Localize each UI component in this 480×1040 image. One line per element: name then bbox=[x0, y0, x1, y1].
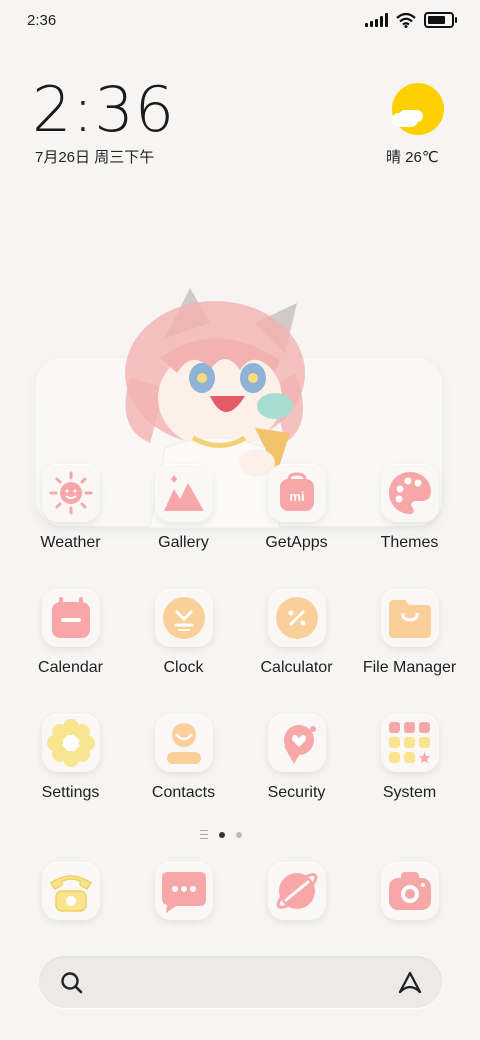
app-themes[interactable]: Themes bbox=[353, 464, 466, 552]
shield-heart-icon[interactable] bbox=[267, 714, 326, 772]
app-label: Security bbox=[267, 784, 326, 801]
calendar-icon[interactable] bbox=[41, 589, 100, 647]
mountains-icon[interactable] bbox=[154, 464, 213, 522]
clock-widget-date[interactable]: 7月26日 周三下午 bbox=[35, 146, 154, 167]
person-icon[interactable] bbox=[154, 714, 213, 772]
app-label: Settings bbox=[41, 784, 100, 801]
app-label: Weather bbox=[40, 534, 101, 551]
app-calendar[interactable]: Calendar bbox=[14, 589, 127, 677]
calculator-icon[interactable] bbox=[267, 589, 326, 647]
app-grid-icon[interactable] bbox=[380, 714, 439, 772]
dock-app-3[interactable] bbox=[240, 862, 353, 920]
app-settings[interactable]: Settings bbox=[14, 714, 127, 802]
status-icons bbox=[365, 12, 457, 28]
wifi-icon bbox=[396, 12, 416, 28]
camera-icon[interactable] bbox=[380, 862, 439, 920]
search-icon bbox=[61, 972, 83, 994]
app-clock[interactable]: Clock bbox=[127, 589, 240, 677]
palette-icon[interactable] bbox=[380, 464, 439, 522]
assistant-icon[interactable] bbox=[396, 969, 424, 995]
browser-icon[interactable] bbox=[267, 862, 326, 920]
app-label: Contacts bbox=[151, 784, 216, 801]
app-label: Clock bbox=[163, 659, 204, 676]
sun-icon[interactable] bbox=[41, 464, 100, 522]
search-bar[interactable] bbox=[39, 956, 442, 1008]
gear-flower-icon[interactable] bbox=[41, 714, 100, 772]
status-time: 2:36 bbox=[27, 12, 57, 29]
message-icon[interactable] bbox=[154, 862, 213, 920]
folder-icon[interactable] bbox=[380, 589, 439, 647]
app-weather[interactable]: Weather bbox=[14, 464, 127, 552]
app-label: Calculator bbox=[260, 659, 333, 676]
phone-icon[interactable] bbox=[41, 862, 100, 920]
app-file-manager[interactable]: File Manager bbox=[353, 589, 466, 677]
clock-icon[interactable] bbox=[154, 589, 213, 647]
status-bar: 2:36 bbox=[0, 0, 480, 44]
app-getapps[interactable]: mi GetApps bbox=[240, 464, 353, 552]
app-label: Calendar bbox=[38, 659, 103, 676]
app-label: File Manager bbox=[362, 659, 457, 676]
app-system[interactable]: System bbox=[353, 714, 466, 802]
app-label: System bbox=[382, 784, 437, 801]
weather-cloud-icon bbox=[392, 113, 418, 127]
app-contacts[interactable]: Contacts bbox=[127, 714, 240, 802]
page-dot-1[interactable] bbox=[219, 831, 225, 838]
page-list-icon[interactable] bbox=[200, 830, 208, 839]
app-security[interactable]: Security bbox=[240, 714, 353, 802]
dock-app-1[interactable] bbox=[14, 862, 127, 920]
weather-sun-icon[interactable] bbox=[392, 83, 444, 135]
clock-widget-time[interactable]: 2:36 bbox=[32, 74, 175, 146]
app-label: Gallery bbox=[158, 534, 209, 551]
battery-icon bbox=[424, 12, 457, 28]
dock-app-2[interactable] bbox=[127, 862, 240, 920]
page-dot-2[interactable] bbox=[236, 831, 242, 838]
shopping-bag-icon[interactable]: mi bbox=[267, 464, 326, 522]
app-gallery[interactable]: Gallery bbox=[127, 464, 240, 552]
svg-text:mi: mi bbox=[289, 489, 304, 504]
dock-app-4[interactable] bbox=[353, 862, 466, 920]
app-label: Themes bbox=[380, 534, 439, 551]
app-label: GetApps bbox=[265, 534, 328, 551]
signal-icon bbox=[365, 13, 388, 27]
page-indicator[interactable] bbox=[200, 830, 242, 839]
weather-widget-text[interactable]: 晴 26℃ bbox=[386, 146, 439, 167]
app-calculator[interactable]: Calculator bbox=[240, 589, 353, 677]
